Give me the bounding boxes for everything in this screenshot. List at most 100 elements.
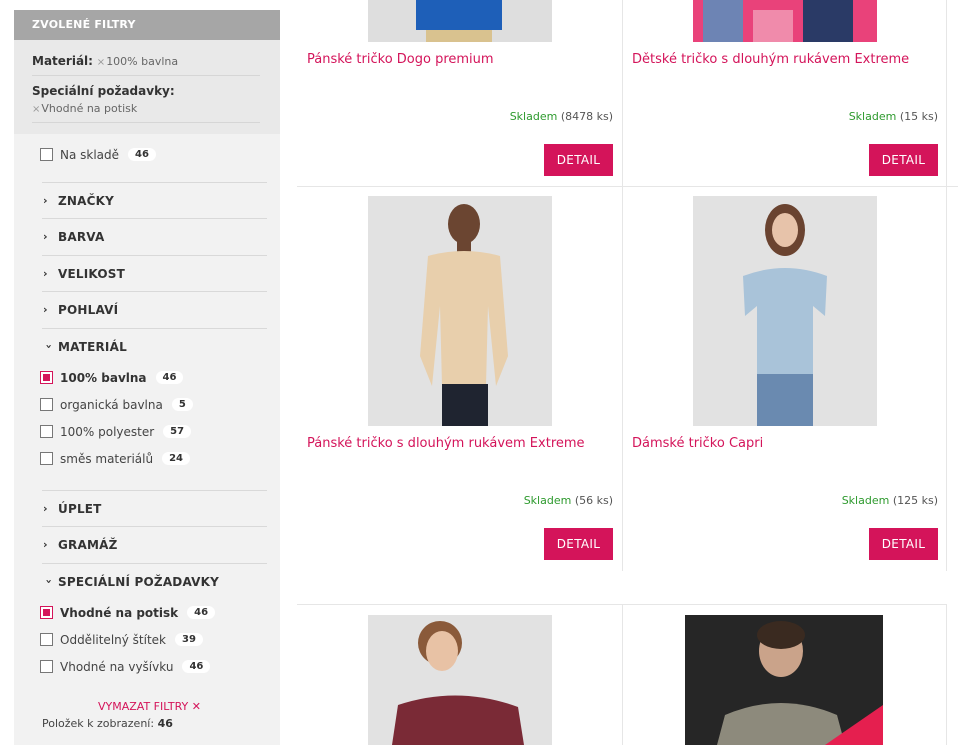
divider <box>946 187 947 571</box>
section-gender[interactable]: › POHLAVÍ <box>42 291 267 327</box>
chosen-filter-material: Materiál: ×100% bavlna <box>32 54 262 68</box>
filter-option[interactable]: Vhodné na potisk 46 <box>14 599 280 626</box>
filter-option-label: organická bavlna <box>60 397 163 412</box>
section-label: MATERIÁL <box>58 339 127 354</box>
divider <box>32 75 260 76</box>
remove-filter-material[interactable]: ×100% bavlna <box>97 55 178 68</box>
section-label: ÚPLET <box>58 501 102 516</box>
remove-icon: × <box>32 104 41 115</box>
detail-button[interactable]: DETAIL <box>544 528 613 560</box>
stock-qty: (8478 ks) <box>560 110 613 123</box>
chosen-filter-special: Speciální požadavky: <box>32 84 262 98</box>
stock-label: Skladem <box>523 494 572 507</box>
filter-option[interactable]: směs materiálů 24 <box>14 445 280 472</box>
checkbox[interactable] <box>40 452 53 465</box>
filter-option-label: Oddělitelný štítek <box>60 632 167 647</box>
chevron-right-icon: › <box>43 230 48 243</box>
divider <box>946 604 947 745</box>
filter-option[interactable]: 100% polyester 57 <box>14 418 280 445</box>
stock-status: Skladem (125 ks) <box>765 494 938 507</box>
divider <box>622 0 623 187</box>
product-title[interactable]: Dětské tričko s dlouhým rukávem Extreme <box>632 52 909 67</box>
filter-option-label: Na skladě <box>60 147 120 162</box>
stock-qty: (125 ks) <box>892 494 938 507</box>
stock-label: Skladem <box>848 110 897 123</box>
section-label: POHLAVÍ <box>58 302 119 317</box>
filter-option[interactable]: Vhodné na vyšívku 46 <box>14 653 280 680</box>
remove-filter-special[interactable]: ×Vhodné na potisk <box>32 102 137 115</box>
checkbox[interactable] <box>40 660 53 673</box>
chevron-right-icon: › <box>43 538 48 551</box>
stock-status: Skladem (8478 ks) <box>440 110 613 123</box>
chevron-right-icon: › <box>43 267 48 280</box>
chevron-right-icon: › <box>43 502 48 515</box>
chosen-filters: Materiál: ×100% bavlna Speciální požadav… <box>14 40 280 134</box>
product-title[interactable]: Pánské tričko Dogo premium <box>307 52 494 67</box>
detail-button[interactable]: DETAIL <box>869 528 938 560</box>
divider <box>622 604 623 745</box>
stock-qty: (56 ks) <box>574 494 613 507</box>
detail-button[interactable]: DETAIL <box>869 144 938 176</box>
section-label: SPECIÁLNÍ POŽADAVKY <box>58 574 220 589</box>
section-material[interactable]: › MATERIÁL <box>42 328 267 364</box>
section-brands[interactable]: › ZNAČKY <box>42 182 267 218</box>
section-special[interactable]: › SPECIÁLNÍ POŽADAVKY <box>42 563 267 599</box>
product-image[interactable] <box>693 196 877 426</box>
filter-option[interactable]: organická bavlna 5 <box>14 391 280 418</box>
chosen-filter-value: 100% bavlna <box>106 55 179 68</box>
stock-label: Skladem <box>841 494 890 507</box>
product-image[interactable] <box>685 615 883 745</box>
chevron-down-icon: › <box>42 344 56 349</box>
product-title[interactable]: Dámské tričko Capri <box>632 436 763 451</box>
items-count-value: 46 <box>157 717 173 730</box>
filter-option[interactable]: Oddělitelný štítek 39 <box>14 626 280 653</box>
section-color[interactable]: › BARVA <box>42 218 267 254</box>
chosen-filter-label: Speciální požadavky: <box>32 84 175 98</box>
product-title[interactable]: Pánské tričko s dlouhým rukávem Extreme <box>307 436 585 451</box>
count-badge: 46 <box>187 606 216 619</box>
filter-sidebar: ZVOLENÉ FILTRY Materiál: ×100% bavlna Sp… <box>14 10 280 745</box>
filter-in-stock[interactable]: Na skladě 46 <box>14 141 280 168</box>
product-image[interactable] <box>368 0 552 42</box>
items-count-label: Položek k zobrazení: <box>42 717 155 730</box>
product-image[interactable] <box>368 196 552 426</box>
chevron-right-icon: › <box>43 303 48 316</box>
chevron-down-icon: › <box>42 579 56 584</box>
filter-option-label: Vhodné na potisk <box>60 605 179 620</box>
chosen-filters-header: ZVOLENÉ FILTRY <box>14 10 280 40</box>
checkbox[interactable] <box>40 425 53 438</box>
count-badge: 57 <box>163 425 192 438</box>
product-image[interactable] <box>368 615 552 745</box>
chosen-filter-value: Vhodné na potisk <box>41 102 138 115</box>
filter-option-label: 100% polyester <box>60 424 155 439</box>
count-badge: 24 <box>162 452 191 465</box>
checkbox[interactable] <box>40 398 53 411</box>
filter-option[interactable]: 100% bavlna 46 <box>14 364 280 391</box>
section-label: BARVA <box>58 229 105 244</box>
clear-filters-link[interactable]: VYMAZAT FILTRY ✕ <box>98 700 201 713</box>
close-icon: ✕ <box>191 700 201 713</box>
filter-option-label: 100% bavlna <box>60 370 147 385</box>
section-knit[interactable]: › ÚPLET <box>42 490 267 526</box>
filter-option-label: směs materiálů <box>60 451 154 466</box>
count-badge: 39 <box>175 633 203 646</box>
count-badge: 46 <box>155 371 184 384</box>
product-photo <box>685 615 883 745</box>
product-photo <box>693 0 877 42</box>
divider <box>32 122 260 123</box>
section-label: GRAMÁŽ <box>58 537 118 552</box>
section-weight[interactable]: › GRAMÁŽ <box>42 526 267 562</box>
stock-qty: (15 ks) <box>899 110 938 123</box>
product-photo <box>368 196 552 426</box>
checkbox[interactable] <box>40 633 53 646</box>
stock-status: Skladem (56 ks) <box>440 494 613 507</box>
section-size[interactable]: › VELIKOST <box>42 255 267 291</box>
product-image[interactable] <box>693 0 877 42</box>
checkbox[interactable] <box>40 148 53 161</box>
filter-option-label: Vhodné na vyšívku <box>60 659 174 674</box>
checkbox[interactable] <box>40 606 53 619</box>
detail-button[interactable]: DETAIL <box>544 144 613 176</box>
divider <box>622 187 623 571</box>
checkbox[interactable] <box>40 371 53 384</box>
clear-filters-label: VYMAZAT FILTRY <box>98 700 189 713</box>
